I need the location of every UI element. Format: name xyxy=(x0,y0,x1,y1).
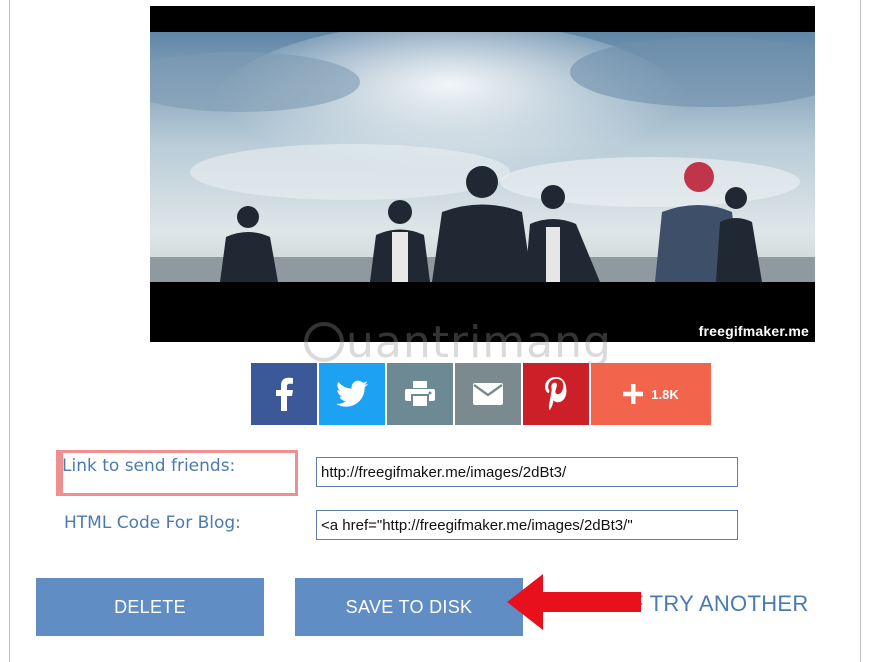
share-more-button[interactable]: 1.8K xyxy=(591,363,711,425)
share-facebook-button[interactable] xyxy=(251,363,317,425)
pinterest-icon xyxy=(545,377,567,411)
share-bar: 1.8K xyxy=(251,363,711,425)
plus-icon xyxy=(623,384,644,404)
twitter-icon xyxy=(336,380,368,407)
frame-right-border xyxy=(860,0,861,662)
html-code-label: HTML Code For Blog: xyxy=(64,513,241,533)
frame-left-border xyxy=(9,0,10,662)
save-to-disk-button[interactable]: SAVE TO DISK xyxy=(295,578,523,636)
gif-scene-image xyxy=(150,32,815,282)
freegifmaker-watermark: freegifmaker.me xyxy=(698,323,809,339)
link-label: Link to send friends: xyxy=(62,456,236,476)
share-pinterest-button[interactable] xyxy=(523,363,589,425)
delete-button[interactable]: DELETE xyxy=(36,578,264,636)
share-email-button[interactable] xyxy=(455,363,521,425)
gif-preview: freegifmaker.me xyxy=(150,6,815,342)
red-arrow-icon xyxy=(507,574,641,630)
facebook-icon xyxy=(276,377,293,411)
share-print-button[interactable] xyxy=(387,363,453,425)
share-twitter-button[interactable] xyxy=(319,363,385,425)
share-count: 1.8K xyxy=(651,386,679,402)
printer-icon xyxy=(405,381,435,407)
link-field[interactable] xyxy=(316,457,738,487)
html-code-field[interactable] xyxy=(316,510,738,540)
envelope-icon xyxy=(473,383,503,405)
